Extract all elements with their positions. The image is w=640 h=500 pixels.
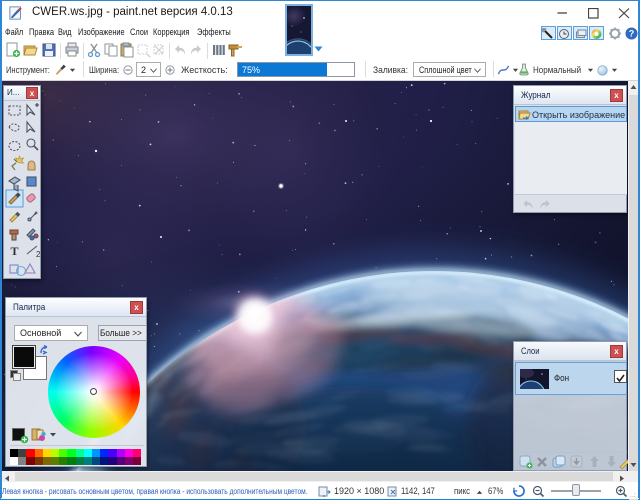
svg-text:T: T: [10, 244, 18, 258]
svg-text:2: 2: [36, 250, 41, 259]
svg-text:?: ?: [629, 29, 635, 39]
